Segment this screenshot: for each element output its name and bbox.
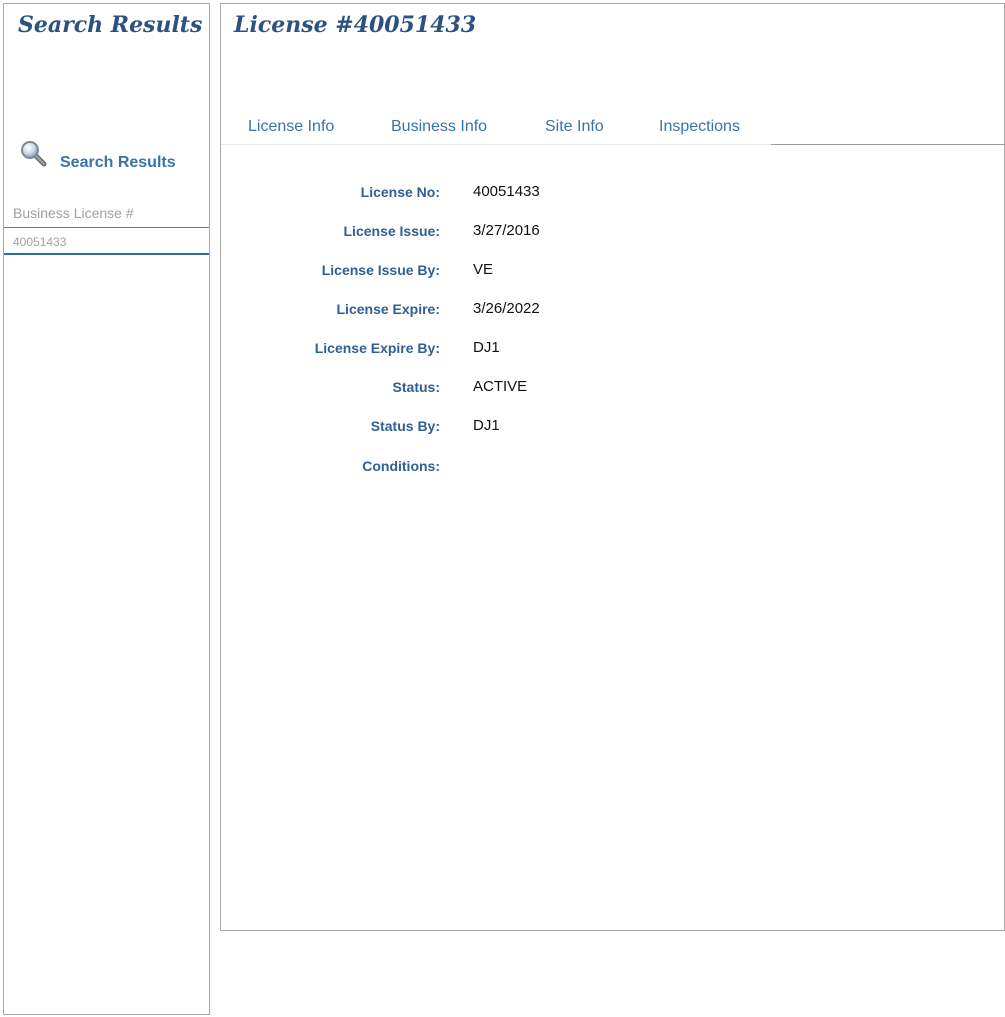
- tab-divider: [221, 144, 771, 145]
- field-license-no: License No: 40051433: [221, 183, 1004, 206]
- field-value: VE: [473, 261, 494, 278]
- tab-site-info[interactable]: Site Info: [545, 118, 604, 136]
- field-label: License No:: [360, 184, 440, 200]
- field-value: ACTIVE: [473, 378, 528, 395]
- sidebar: Search Results Search Results Business L…: [3, 3, 210, 1015]
- field-status-by: Status By: DJ1: [221, 417, 1004, 440]
- tab-divider-right: [771, 144, 1004, 145]
- field-value: 3/26/2022: [473, 300, 540, 317]
- field-value: 3/27/2016: [473, 222, 540, 239]
- field-value: 40051433: [473, 183, 540, 200]
- field-conditions: Conditions:: [221, 458, 1004, 480]
- field-label: License Issue:: [343, 223, 441, 239]
- field-label: License Expire By:: [314, 340, 440, 356]
- field-value: DJ1: [473, 417, 500, 434]
- tab-license-info[interactable]: License Info: [248, 118, 334, 136]
- field-label: Conditions:: [362, 458, 440, 474]
- field-license-expire: License Expire: 3/26/2022: [221, 300, 1004, 323]
- results-column-header-label: Business License #: [13, 205, 134, 221]
- field-status: Status: ACTIVE: [221, 378, 1004, 401]
- field-value: DJ1: [473, 339, 500, 356]
- field-label: Status:: [392, 379, 440, 395]
- field-license-issue-by: License Issue By: VE: [221, 261, 1004, 284]
- field-label: License Expire:: [336, 301, 441, 317]
- results-column-header: Business License #: [4, 200, 209, 228]
- tab-inspections[interactable]: Inspections: [659, 118, 740, 136]
- license-detail-panel: License #40051433 License Info Business …: [220, 3, 1005, 931]
- field-label: License Issue By:: [321, 262, 440, 278]
- results-row-license-number[interactable]: 40051433: [13, 235, 66, 249]
- field-label: Status By:: [370, 418, 440, 434]
- field-license-issue: License Issue: 3/27/2016: [221, 222, 1004, 245]
- magnifier-icon: [21, 141, 47, 167]
- sidebar-title: Search Results: [18, 12, 203, 38]
- tab-business-info[interactable]: Business Info: [391, 118, 487, 136]
- field-license-expire-by: License Expire By: DJ1: [221, 339, 1004, 362]
- results-row[interactable]: 40051433: [4, 229, 209, 255]
- tab-bar: License Info Business Info Site Info Ins…: [221, 108, 1004, 146]
- search-results-link[interactable]: Search Results: [60, 154, 176, 172]
- page-title: License #40051433: [234, 12, 477, 38]
